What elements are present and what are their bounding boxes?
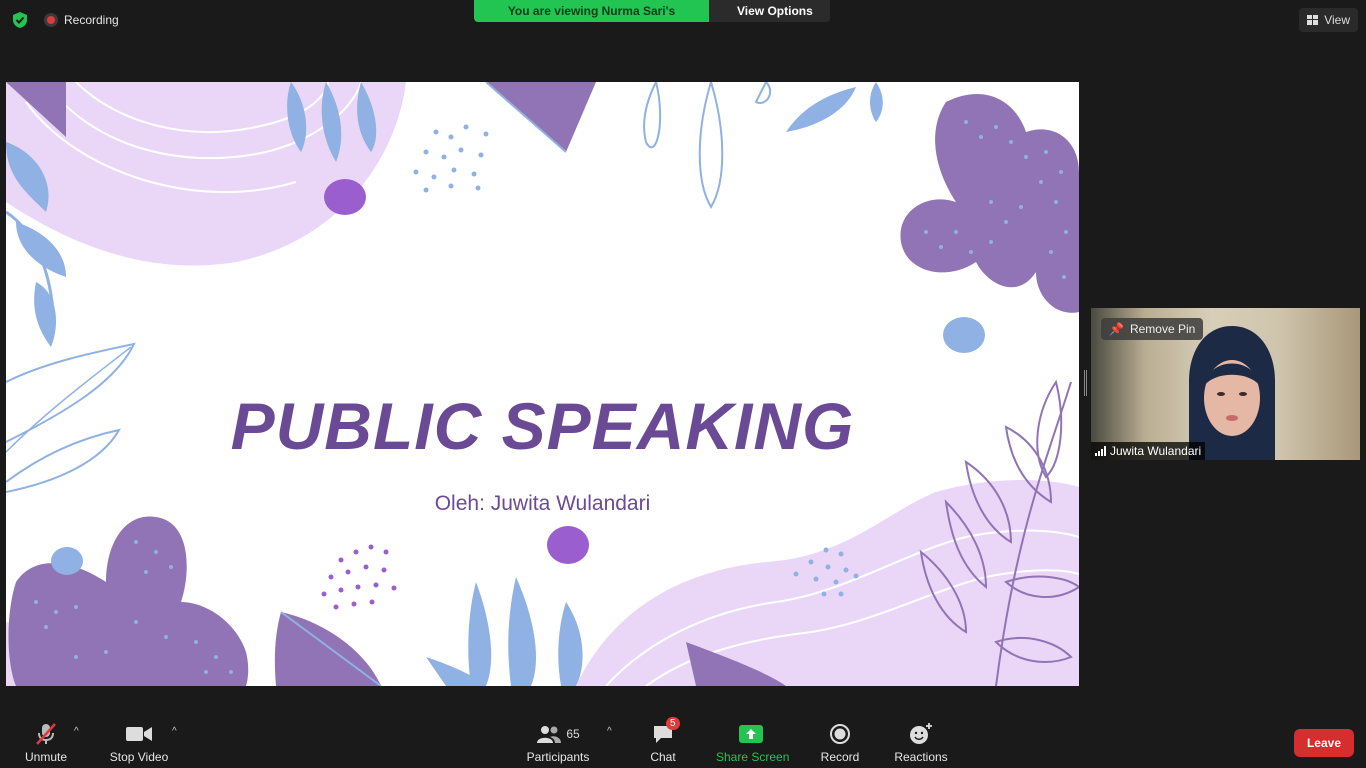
panel-resize-handle[interactable] (1084, 370, 1087, 396)
record-icon (830, 724, 850, 744)
recording-label: Recording (64, 13, 119, 27)
reactions-label: Reactions (894, 750, 948, 764)
slide-decoration (6, 82, 1079, 686)
pin-icon: 📌 (1109, 322, 1124, 336)
record-label: Record (820, 750, 860, 764)
unmute-label: Unmute (24, 750, 68, 764)
chat-unread-badge: 5 (666, 717, 680, 730)
stop-video-button[interactable]: Stop Video (108, 722, 170, 764)
grid-view-icon (1307, 15, 1319, 25)
screen-share-banner: You are viewing Nurma Sari's screen View… (474, 0, 830, 22)
participant-video-tile[interactable]: 📌 Remove Pin Juwita Wulandari (1091, 308, 1360, 460)
slide-subtitle: Oleh: Juwita Wulandari (434, 492, 651, 515)
smiley-add-icon (910, 723, 932, 744)
remove-pin-label: Remove Pin (1129, 322, 1196, 336)
record-button[interactable]: Record (820, 722, 860, 764)
participants-options-caret-icon[interactable]: ^ (607, 726, 612, 737)
viewing-screen-label: You are viewing Nurma Sari's screen (474, 0, 709, 22)
participants-button[interactable]: 65 Participants (526, 722, 590, 764)
video-camera-icon (126, 727, 152, 741)
participants-label: Participants (526, 750, 590, 764)
view-button[interactable]: View (1299, 8, 1358, 32)
share-screen-button[interactable]: Share Screen (716, 722, 790, 764)
participant-name-tag: Juwita Wulandari (1091, 442, 1206, 460)
participants-count: 65 (566, 727, 580, 741)
leave-button[interactable]: Leave (1293, 729, 1354, 757)
view-options-button[interactable]: View Options ⌄ (709, 0, 830, 22)
view-options-label: View Options (737, 4, 813, 18)
stop-video-label: Stop Video (109, 750, 169, 764)
muted-microphone-icon (36, 723, 56, 745)
signal-strength-icon (1095, 446, 1106, 456)
recording-icon (44, 13, 58, 27)
meeting-toolbar: Unmute ^ Stop Video ^ 65 Participants ^ … (0, 710, 1366, 768)
participant-name: Juwita Wulandari (1110, 444, 1202, 458)
reactions-button[interactable]: Reactions (894, 722, 948, 764)
participants-icon (537, 726, 562, 743)
audio-options-caret-icon[interactable]: ^ (74, 726, 79, 737)
recording-indicator[interactable]: Recording (44, 13, 119, 27)
chat-label: Chat (650, 750, 676, 764)
encryption-shield-icon[interactable] (11, 11, 29, 29)
share-screen-label: Share Screen (716, 750, 790, 764)
unmute-button[interactable]: Unmute (22, 722, 70, 764)
shared-screen-slide: PUBLIC SPEAKING Oleh: Juwita Wulandari (6, 82, 1079, 686)
participant-video-feed (1189, 326, 1275, 460)
share-screen-icon (739, 725, 763, 743)
chevron-down-icon: ⌄ (737, 18, 747, 22)
slide-title: PUBLIC SPEAKING (230, 389, 855, 463)
video-options-caret-icon[interactable]: ^ (172, 726, 177, 737)
chat-button[interactable]: 5 Chat (646, 717, 680, 764)
top-bar: Recording You are viewing Nurma Sari's s… (0, 0, 1366, 40)
remove-pin-button[interactable]: 📌 Remove Pin (1101, 318, 1204, 340)
view-label: View (1324, 13, 1350, 27)
